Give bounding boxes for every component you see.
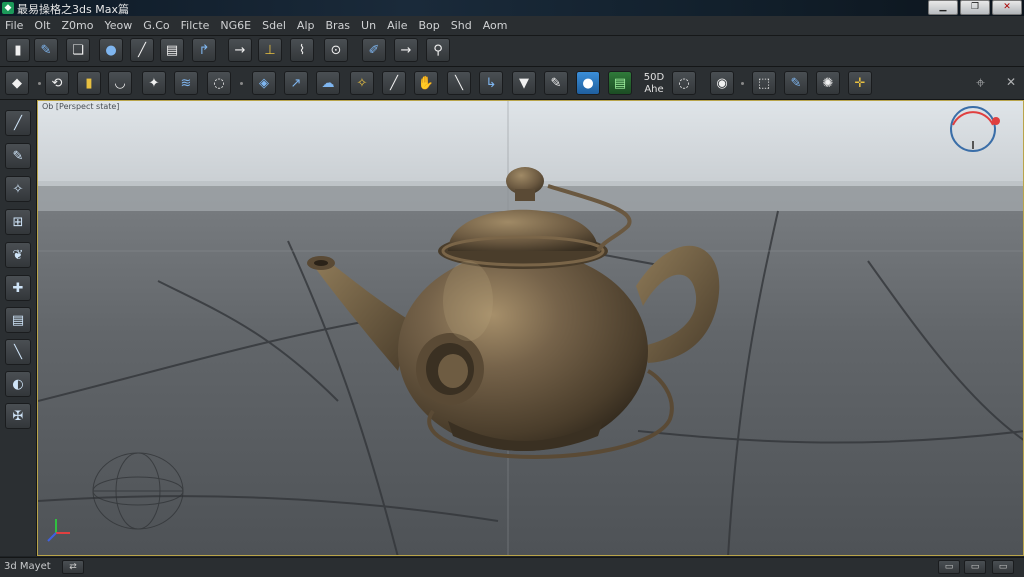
menu-item[interactable]: Aom xyxy=(478,19,514,32)
wrench-icon[interactable]: ✎ xyxy=(34,38,58,62)
menu-item[interactable]: Shd xyxy=(446,19,478,32)
menu-item[interactable]: Un xyxy=(356,19,382,32)
stack-icon[interactable]: ⊞ xyxy=(5,209,31,235)
perspective-viewport[interactable]: Ob [Perspect state] xyxy=(37,100,1024,556)
sphere-icon[interactable]: ● xyxy=(99,38,123,62)
orbit-icon[interactable]: ◌ xyxy=(672,71,696,95)
spray-icon[interactable]: ✧ xyxy=(5,176,31,202)
status-bar: 3d Mayet ⇄ ▭ ▭ ▭ xyxy=(0,557,1024,577)
frame-icon[interactable]: ⬚ xyxy=(752,71,776,95)
close-panel-icon[interactable]: ✕ xyxy=(1006,75,1016,89)
menu-item[interactable]: Yeow xyxy=(99,19,138,32)
status-toggle-button[interactable]: ⇄ xyxy=(62,560,84,574)
target-icon[interactable]: ⌖ xyxy=(976,73,985,93)
status-view-button[interactable]: ▭ xyxy=(964,560,986,574)
box-icon[interactable]: ▮ xyxy=(77,71,101,95)
gear-icon[interactable]: ✺ xyxy=(816,71,840,95)
menu-item[interactable]: G.Co xyxy=(138,19,175,32)
eraser-icon[interactable]: ✎ xyxy=(544,71,568,95)
cut-icon[interactable]: ▼ xyxy=(512,71,536,95)
material-icon[interactable]: ● xyxy=(576,71,600,95)
cube-select-icon[interactable]: ◈ xyxy=(252,71,276,95)
transform-icon[interactable]: ✠ xyxy=(5,403,31,429)
link-icon[interactable]: ⌇ xyxy=(290,38,314,62)
top-toolbar: ▮ ✎ ❏ ● ╱ ▤ ↱ → ⊥ ⌇ ⊙ ✐ → ⚲ xyxy=(0,36,1024,67)
teapot-icon[interactable]: ◡ xyxy=(108,71,132,95)
line-icon[interactable]: ╲ xyxy=(447,71,471,95)
key-icon[interactable]: ⚲ xyxy=(426,38,450,62)
close-button[interactable]: ✕ xyxy=(992,0,1022,15)
pencil-icon[interactable]: ╱ xyxy=(382,71,406,95)
mode-label-line2: Ahe xyxy=(644,84,664,95)
menu-item[interactable]: File xyxy=(0,19,29,32)
title-bar: ◆ 最易操格之3ds Max篇 ▁ ❐ ✕ xyxy=(0,0,1024,16)
menu-item[interactable]: NG6E xyxy=(215,19,257,32)
menu-bar: File Olt Z0mo Yeow G.Co Filcte NG6E Sdel… xyxy=(0,16,1024,36)
clipboard-icon[interactable]: ▮ xyxy=(6,38,30,62)
feather-icon[interactable]: ✦ xyxy=(142,71,166,95)
menu-item[interactable]: Bop xyxy=(413,19,445,32)
next-icon[interactable]: ⊙ xyxy=(324,38,348,62)
wand-icon[interactable]: ↗ xyxy=(284,71,308,95)
diagonal-icon[interactable]: ╲ xyxy=(5,339,31,365)
mode-label-line1: 50D xyxy=(643,72,665,83)
move-icon[interactable]: ✛ xyxy=(848,71,872,95)
menu-item[interactable]: Z0mo xyxy=(56,19,99,32)
render-setup-icon[interactable]: ◉ xyxy=(710,71,734,95)
toolbar-separator xyxy=(240,82,243,85)
render-icon[interactable]: ▤ xyxy=(608,71,632,95)
status-view-button[interactable]: ▭ xyxy=(992,560,1014,574)
minimize-button[interactable]: ▁ xyxy=(928,0,958,15)
toolbar-separator xyxy=(38,82,41,85)
menu-item[interactable]: Olt xyxy=(29,19,56,32)
navigate-icon[interactable]: ◆ xyxy=(5,71,29,95)
pipe-icon[interactable]: ↱ xyxy=(192,38,216,62)
left-toolbar: ╱ ✎ ✧ ⊞ ❦ ✚ ▤ ╲ ◐ ✠ xyxy=(0,100,37,556)
leaf-icon[interactable]: ❦ xyxy=(5,242,31,268)
menu-item[interactable]: Filcte xyxy=(176,19,216,32)
save-icon[interactable]: ▤ xyxy=(160,38,184,62)
arrow-right-icon[interactable]: → xyxy=(394,38,418,62)
brush-icon[interactable]: ╱ xyxy=(130,38,154,62)
status-text: 3d Mayet xyxy=(4,561,51,572)
copy-icon[interactable]: ❏ xyxy=(66,38,90,62)
document-icon[interactable]: ▤ xyxy=(5,307,31,333)
rotate-view-icon[interactable]: ⟲ xyxy=(45,71,69,95)
shape-icon[interactable]: ◐ xyxy=(5,371,31,397)
draw-tool-icon[interactable]: ✎ xyxy=(5,143,31,169)
restore-button[interactable]: ❐ xyxy=(960,0,990,15)
viewport-label[interactable]: Ob [Perspect state] xyxy=(42,102,119,111)
layers-icon[interactable]: ≋ xyxy=(174,71,198,95)
menu-item[interactable]: Bras xyxy=(321,19,357,32)
arrow-right-icon[interactable]: → xyxy=(228,38,252,62)
line-tool-icon[interactable]: ╱ xyxy=(5,110,31,136)
status-view-button[interactable]: ▭ xyxy=(938,560,960,574)
menu-item[interactable]: Sdel xyxy=(257,19,292,32)
hand-icon[interactable]: ✋ xyxy=(414,71,438,95)
app-logo-icon: ◆ xyxy=(2,2,14,14)
main-toolbar: ◆ ⟲ ▮ ◡ ✦ ≋ ◌ ◈ ↗ ☁ ✧ ╱ ✋ ╲ ↳ ▼ ✎ ● ▤ 50… xyxy=(0,67,1024,100)
fish-icon[interactable]: ✧ xyxy=(350,71,374,95)
cloud-icon[interactable]: ☁ xyxy=(316,71,340,95)
loop-icon[interactable]: ◌ xyxy=(207,71,231,95)
viewport-scene xyxy=(38,101,1023,555)
window-title: 最易操格之3ds Max篇 xyxy=(17,3,129,16)
join-icon[interactable]: ✚ xyxy=(5,275,31,301)
move-vertical-icon[interactable]: ⊥ xyxy=(258,38,282,62)
menu-item[interactable]: Alp xyxy=(292,19,321,32)
paint-icon[interactable]: ✐ xyxy=(362,38,386,62)
toolbar-separator xyxy=(741,82,744,85)
menu-item[interactable]: Aile xyxy=(382,19,413,32)
hook-icon[interactable]: ↳ xyxy=(479,71,503,95)
pen-tool-icon[interactable]: ✎ xyxy=(784,71,808,95)
